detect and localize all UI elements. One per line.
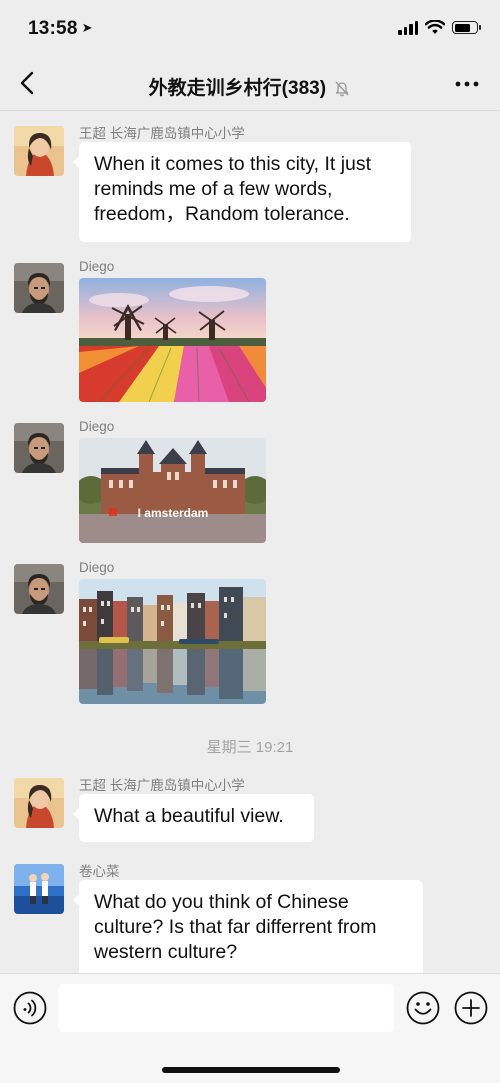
sender-name: Diego bbox=[79, 419, 115, 434]
wifi-icon bbox=[425, 20, 445, 34]
avatar[interactable] bbox=[14, 778, 64, 828]
chat-title-text: 外教走训乡村行(383) bbox=[148, 78, 327, 99]
cellular-signal-icon bbox=[398, 20, 418, 35]
status-icons bbox=[398, 20, 481, 35]
chat-title: 外教走训乡村行(383) bbox=[0, 73, 500, 100]
emoji-icon[interactable] bbox=[406, 991, 440, 1025]
message-list[interactable]: 王超 长海广鹿岛镇中心小学 When it comes to this city… bbox=[0, 111, 500, 973]
photo-rijksmuseum[interactable]: I amsterdam bbox=[79, 438, 266, 543]
sender-name: Diego bbox=[79, 560, 115, 575]
message-bubble[interactable]: What do you think of Chinese culture? Is… bbox=[73, 880, 423, 973]
message-bubble[interactable]: What a beautiful view. bbox=[73, 794, 314, 842]
voice-input-icon[interactable] bbox=[13, 991, 47, 1025]
avatar[interactable] bbox=[14, 126, 64, 176]
sender-name: 王超 长海广鹿岛镇中心小学 bbox=[79, 778, 245, 793]
status-time-text: 13:58 bbox=[28, 18, 78, 39]
avatar[interactable] bbox=[14, 263, 64, 313]
photo-canal-houses[interactable] bbox=[79, 579, 266, 704]
plus-more-icon[interactable] bbox=[454, 991, 488, 1025]
iamsterdam-sign: I amsterdam bbox=[138, 506, 209, 520]
avatar[interactable] bbox=[14, 423, 64, 473]
status-bar: 13:58 ➤ bbox=[0, 0, 500, 58]
home-indicator bbox=[162, 1067, 340, 1073]
message-bubble[interactable]: When it comes to this city, It just remi… bbox=[73, 142, 411, 242]
message-text-input[interactable] bbox=[58, 984, 394, 1032]
photo-tulip-field[interactable] bbox=[79, 278, 266, 402]
avatar[interactable] bbox=[14, 864, 64, 914]
avatar[interactable] bbox=[14, 564, 64, 614]
mute-bell-icon bbox=[335, 81, 349, 97]
sender-name: Diego bbox=[79, 259, 115, 274]
chat-header: 外教走训乡村行(383) bbox=[0, 58, 500, 111]
battery-icon bbox=[452, 21, 481, 34]
sender-name: 卷心菜 bbox=[79, 864, 120, 879]
timestamp-separator: 星期三 19:21 bbox=[206, 739, 294, 756]
more-options-icon[interactable] bbox=[454, 74, 480, 94]
sender-name: 王超 长海广鹿岛镇中心小学 bbox=[79, 126, 245, 141]
location-arrow-icon: ➤ bbox=[81, 20, 93, 35]
status-time: 13:58 ➤ bbox=[28, 18, 93, 40]
message-input-bar bbox=[0, 973, 500, 1083]
